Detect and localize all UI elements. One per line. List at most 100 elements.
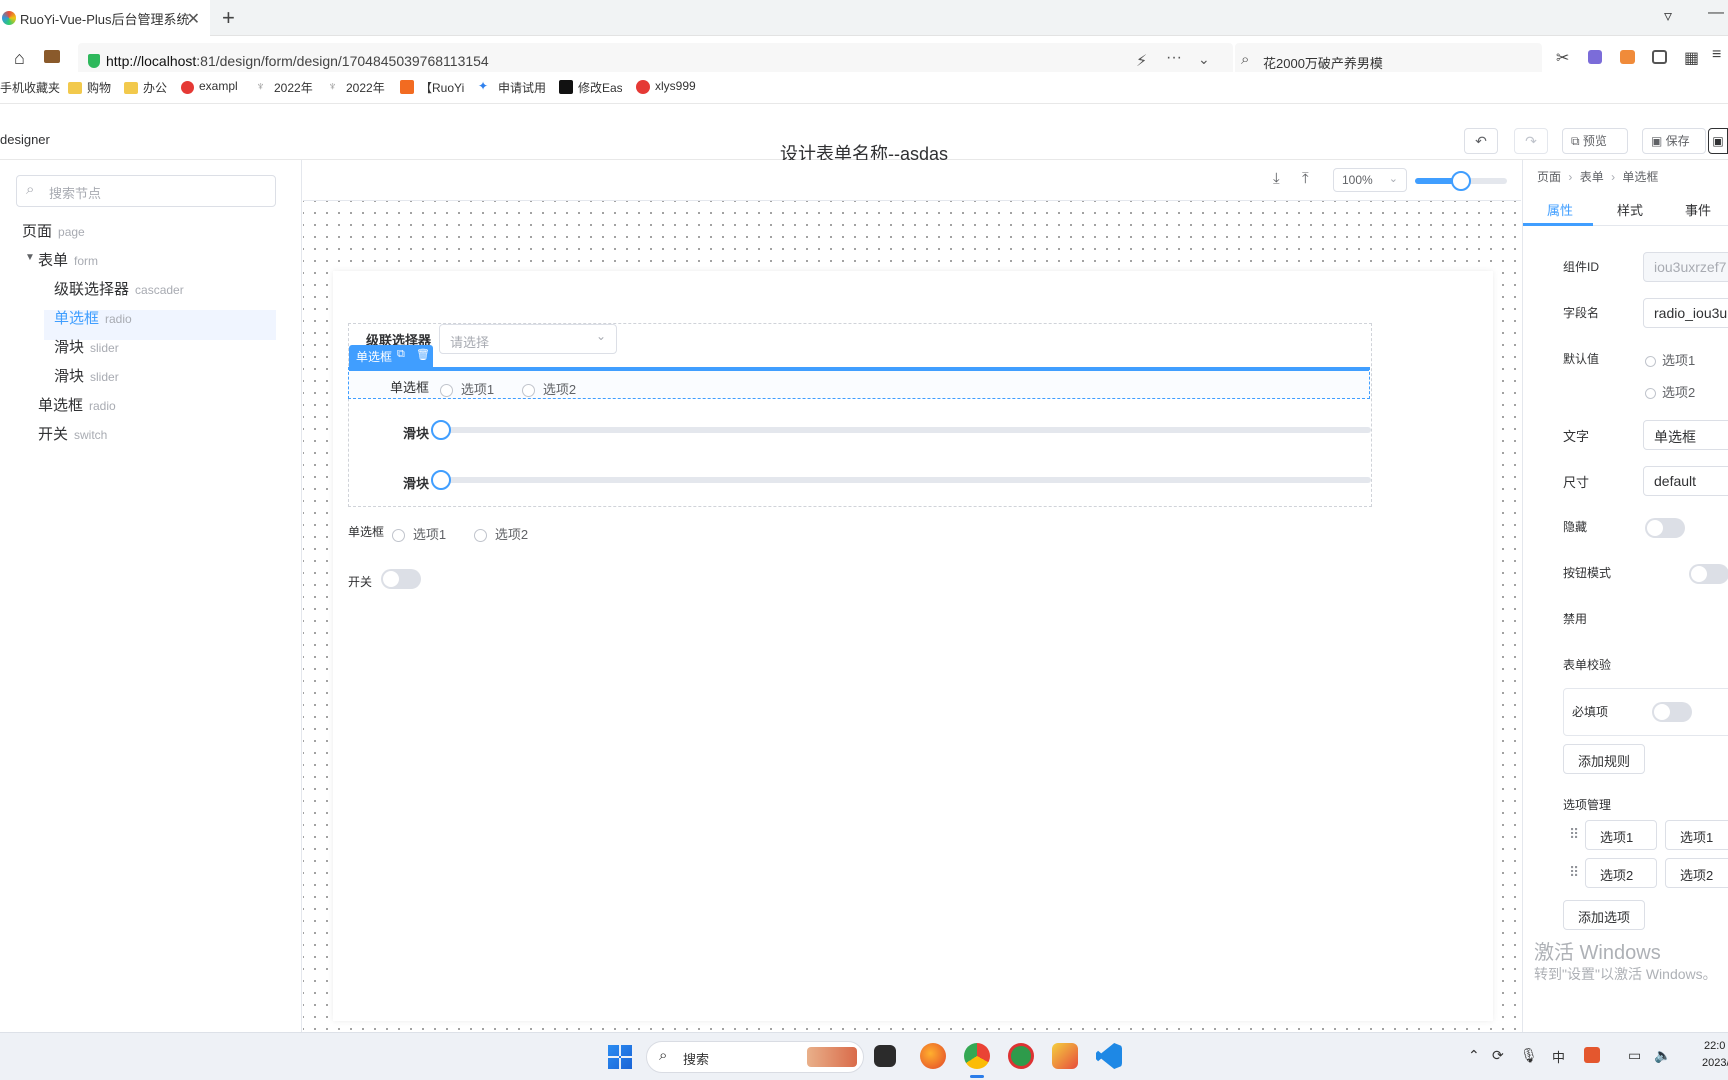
taskbar-search[interactable]: ⌕ 搜索 <box>646 1041 864 1073</box>
breadcrumb-item[interactable]: 表单 <box>1580 170 1604 184</box>
radio-option[interactable]: 选项1 <box>392 524 446 543</box>
breadcrumb-item[interactable]: 单选框 <box>1622 170 1658 184</box>
translate-icon[interactable] <box>1588 50 1602 64</box>
windows-start-icon[interactable] <box>608 1045 632 1069</box>
slider-track[interactable] <box>431 420 1371 440</box>
scissors-icon[interactable]: ✂ <box>1556 48 1569 68</box>
zoom-slider[interactable] <box>1415 171 1507 191</box>
lightning-icon[interactable]: ⚡ <box>1136 51 1147 71</box>
add-rule-button[interactable]: 添加规则 <box>1563 744 1646 774</box>
tab-properties[interactable]: 属性 <box>1547 200 1573 219</box>
preview-button[interactable]: ⧉ 预览 <box>1562 128 1628 154</box>
bookmark-item[interactable]: 修改Eas <box>578 79 622 96</box>
button-mode-switch[interactable] <box>1688 564 1728 584</box>
task-view-icon[interactable] <box>874 1045 896 1067</box>
radio-option[interactable]: 选项2 <box>522 379 576 398</box>
add-option-button[interactable]: 添加选项 <box>1563 900 1646 930</box>
ime-icon[interactable]: 中 <box>1552 1047 1565 1066</box>
tree-node-radio-selected[interactable]: 单选框 radio <box>54 307 132 328</box>
drag-handle-icon[interactable]: ⠿ <box>1569 864 1579 881</box>
tree-node-slider[interactable]: 滑块 slider <box>54 365 119 386</box>
intellij-icon[interactable] <box>1052 1043 1078 1069</box>
bookmark-item[interactable]: 购物 <box>87 79 111 96</box>
menu-icon[interactable]: ≡ <box>1712 46 1721 64</box>
option-value-input[interactable]: 选项2 <box>1665 858 1728 888</box>
option-label-input[interactable]: 选项1 <box>1585 820 1657 850</box>
clock-date[interactable]: 2023/ <box>1702 1057 1728 1069</box>
bookmark-item[interactable]: 申请试用 <box>498 79 546 96</box>
tree-search-input[interactable]: ⌕ 搜索节点 <box>16 175 276 207</box>
sync-icon[interactable]: ⟳ <box>1492 1047 1504 1064</box>
text-input[interactable]: 单选框 <box>1643 420 1728 450</box>
minimize-icon[interactable]: — <box>1708 4 1724 22</box>
delete-icon[interactable]: 🗑 <box>416 348 430 361</box>
radio-option[interactable]: 选项2 <box>474 524 528 543</box>
default-radio-option[interactable]: 选项2 <box>1645 382 1695 401</box>
bookmark-item[interactable]: 手机收藏夹 <box>0 79 60 96</box>
tree-node-switch[interactable]: 开关 switch <box>38 423 107 444</box>
tree-node-page[interactable]: 页面 page <box>22 220 85 241</box>
vscode-icon[interactable] <box>1096 1043 1122 1069</box>
clock-time[interactable]: 22:0 <box>1704 1040 1725 1052</box>
tree-node-slider[interactable]: 滑块 slider <box>54 336 119 357</box>
zoom-select[interactable]: 100% ⌄ <box>1333 168 1407 192</box>
new-tab-icon[interactable]: + <box>222 5 235 31</box>
close-tab-icon[interactable]: ✕ <box>187 9 200 29</box>
slider-track[interactable] <box>431 470 1371 490</box>
bookmark-item[interactable]: 【RuoYi <box>420 79 466 96</box>
save-button[interactable]: ▣ 保存 <box>1642 128 1706 154</box>
field-name-input[interactable]: radio_iou3u <box>1643 298 1728 328</box>
tree-node-radio[interactable]: 单选框 radio <box>38 394 116 415</box>
chevron-down-icon[interactable]: ⌄ <box>1198 51 1210 68</box>
default-radio-option[interactable]: 选项1 <box>1645 350 1695 369</box>
network-icon[interactable]: ▭ <box>1628 1047 1641 1064</box>
tree-node-cascader[interactable]: 级联选择器 cascader <box>54 278 184 299</box>
game-icon[interactable] <box>1620 50 1635 64</box>
switch-toggle[interactable] <box>381 569 421 589</box>
bookmark-item[interactable]: xlys999 <box>655 79 696 93</box>
tree-node-form[interactable]: 表单 form <box>38 249 98 270</box>
bookmark-item[interactable]: 2022年 <box>346 79 385 96</box>
slider-knob[interactable] <box>431 470 451 490</box>
exit-button[interactable]: ▣ <box>1708 128 1728 154</box>
home-icon[interactable]: ⌂ <box>14 48 25 69</box>
browser-tab[interactable]: RuoYi-Vue-Plus后台管理系统 ✕ <box>0 0 210 36</box>
breadcrumb-item[interactable]: 页面 <box>1537 170 1561 184</box>
firefox-icon[interactable] <box>920 1043 946 1069</box>
drag-handle-icon[interactable]: ⠿ <box>1569 826 1579 843</box>
tray-chevron-up-icon[interactable]: ⌃ <box>1468 1047 1480 1064</box>
tab-events[interactable]: 事件 <box>1685 200 1711 219</box>
tab-style[interactable]: 样式 <box>1617 200 1643 219</box>
bookmark-item[interactable]: 办公 <box>143 79 167 96</box>
tab-menu-icon[interactable]: ▿ <box>1664 6 1672 26</box>
selected-radio-item[interactable] <box>348 367 1370 399</box>
component-id-input[interactable]: iou3uxrzef7 <box>1643 252 1728 282</box>
apps-grid-icon[interactable]: ▦ <box>1684 48 1699 68</box>
radio-option[interactable]: 选项1 <box>440 379 494 398</box>
slider-knob[interactable] <box>431 420 451 440</box>
volume-icon[interactable]: 🔈 <box>1654 1047 1671 1064</box>
wallet-icon[interactable] <box>44 50 60 63</box>
redo-button[interactable]: ↷ <box>1514 128 1548 154</box>
copy-icon[interactable]: ⧉ <box>397 348 405 361</box>
chrome-icon[interactable] <box>964 1043 990 1069</box>
size-select[interactable]: default <box>1643 466 1728 496</box>
bookmark-item[interactable]: 2022年 <box>274 79 313 96</box>
selected-component-tag[interactable]: 单选框 ⧉ 🗑 <box>349 345 433 367</box>
collection-icon[interactable] <box>1652 50 1667 64</box>
more-icon[interactable]: ··· <box>1166 49 1182 67</box>
download-icon[interactable]: ⤓ <box>1273 170 1280 187</box>
browser-app-icon[interactable] <box>1008 1043 1034 1069</box>
caret-down-icon[interactable]: ▼ <box>25 252 35 263</box>
bookmark-item[interactable]: exampl <box>199 79 241 93</box>
hidden-switch[interactable] <box>1645 518 1685 538</box>
zoom-slider-knob[interactable] <box>1451 171 1471 191</box>
cascader-input[interactable]: 请选择 ⌄ <box>439 324 617 354</box>
option-value-input[interactable]: 选项1 <box>1665 820 1728 850</box>
microphone-icon[interactable]: 🎙 <box>1520 1047 1538 1064</box>
option-label-input[interactable]: 选项2 <box>1585 858 1657 888</box>
upload-icon[interactable]: ⤒ <box>1302 170 1309 187</box>
required-switch[interactable] <box>1652 702 1692 722</box>
undo-button[interactable]: ↶ <box>1464 128 1498 154</box>
tray-app-icon[interactable] <box>1584 1047 1600 1063</box>
